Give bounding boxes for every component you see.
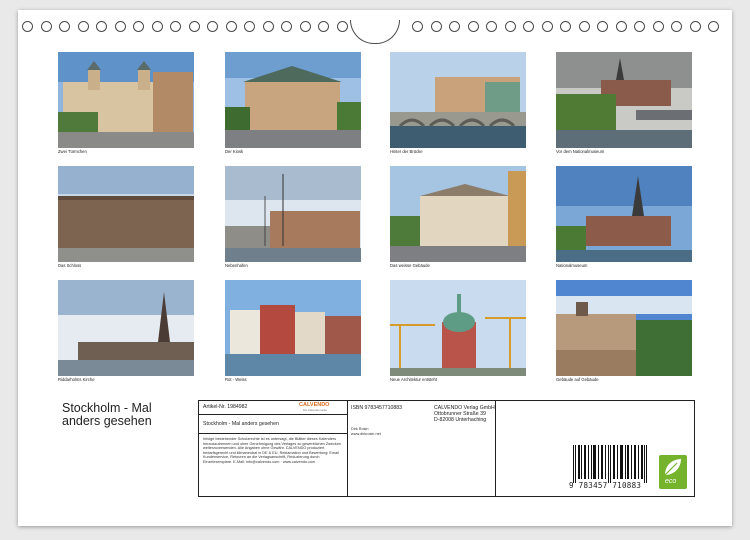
caption: Riddarholms Kirche xyxy=(58,377,95,382)
title-line-2: anders gesehen xyxy=(62,414,152,428)
photo-rot-weiss xyxy=(225,280,361,376)
photo-gebaeude-auf-gebaeude xyxy=(556,280,692,376)
caption: Zwei Türmchen xyxy=(58,149,87,154)
binding-ring xyxy=(560,21,571,32)
photo-vor-dem-nationalmuseum xyxy=(556,52,692,148)
caption: Nebenhafen xyxy=(225,263,248,268)
caption: Neue Architektur entsteht xyxy=(390,377,438,382)
binding-ring xyxy=(262,21,274,32)
binding-ring xyxy=(188,21,200,32)
binding-ring xyxy=(430,21,442,32)
photo-hinter-der-bruecke xyxy=(390,52,526,148)
eco-label: eco xyxy=(665,478,677,485)
photo-das-schloss xyxy=(58,166,194,262)
verlag-city: D-82008 Unterhaching xyxy=(434,417,487,423)
binding-ring xyxy=(170,21,181,32)
caption: Hinter der Brücke xyxy=(390,149,423,154)
book-title: Stockholm - Mal anders gesehen xyxy=(203,421,279,427)
photo-riddarholms-kirche xyxy=(58,280,194,376)
binding-ring xyxy=(133,21,144,32)
article-number: Artikel-Nr. 1984982 xyxy=(203,404,248,410)
barcode: 9 783457 710883 xyxy=(569,445,651,493)
photo-der-kiosk xyxy=(225,52,361,148)
author: Dirk Rosin xyxy=(351,427,369,431)
binding-ring xyxy=(77,21,89,32)
binding-ring xyxy=(151,21,163,32)
photo-neue-architektur xyxy=(390,280,526,376)
binding-ring xyxy=(318,21,329,32)
binding-ring xyxy=(634,21,645,32)
binding-ring xyxy=(207,21,218,32)
binding-ring xyxy=(114,21,126,32)
binding-ring xyxy=(578,21,590,32)
binding-ring xyxy=(597,21,608,32)
binding-ring xyxy=(541,21,553,32)
caption: Das Schloss xyxy=(58,263,82,268)
calendar-back-page: Zwei Türmchen Der Kiosk Hinter der Brück… xyxy=(18,10,732,526)
photo-nationalmuseum xyxy=(556,166,692,262)
binding-ring xyxy=(523,21,534,32)
binding-ring xyxy=(671,21,682,32)
binding-ring xyxy=(336,21,348,32)
binding-ring xyxy=(225,21,237,32)
eco-badge: eco xyxy=(659,455,687,489)
leaf-icon xyxy=(664,459,681,476)
binding-ring xyxy=(504,21,516,32)
calendar-title: Stockholm - Mal anders gesehen xyxy=(62,402,192,428)
binding-ring xyxy=(467,21,479,32)
calvendo-tagline: Die Kalendermarke xyxy=(303,408,327,412)
caption: Der Kiosk xyxy=(225,149,244,154)
caption: Nationalmuseum xyxy=(556,263,588,268)
hanger-notch xyxy=(350,20,400,44)
photo-das-weisse-gebaeude xyxy=(390,166,526,262)
binding-ring xyxy=(486,21,497,32)
binding-ring xyxy=(449,21,460,32)
binding-ring xyxy=(59,21,70,32)
isbn: ISBN 9783457710883 xyxy=(351,405,403,411)
barcode-digits: 9 783457 710883 xyxy=(569,481,642,490)
author-website: www.dirkrosin.net xyxy=(351,432,381,436)
binding-ring xyxy=(281,21,292,32)
binding-ring xyxy=(244,21,255,32)
binding-ring xyxy=(96,21,107,32)
caption: Rot - Weiss xyxy=(225,377,247,382)
binding-ring xyxy=(22,21,33,32)
photo-zwei-tuermchen xyxy=(58,52,194,148)
binding-rings xyxy=(18,20,732,44)
binding-ring xyxy=(652,21,664,32)
legal-notice: Infolge bestehender Schutzrechte ist es … xyxy=(203,437,342,464)
binding-ring xyxy=(299,21,311,32)
caption: Vor dem Nationalmuseum xyxy=(556,149,605,154)
binding-ring xyxy=(689,21,701,32)
photo-nebenhafen xyxy=(225,166,361,262)
publisher-info-box: Artikel-Nr. 1984982 CALVENDO Die Kalende… xyxy=(198,400,695,497)
binding-ring xyxy=(708,21,719,32)
binding-ring xyxy=(615,21,627,32)
caption: Das weisse Gebäude xyxy=(390,263,430,268)
caption: Gebäude auf Gebäude xyxy=(556,377,599,382)
binding-ring xyxy=(412,21,423,32)
binding-ring xyxy=(40,21,52,32)
